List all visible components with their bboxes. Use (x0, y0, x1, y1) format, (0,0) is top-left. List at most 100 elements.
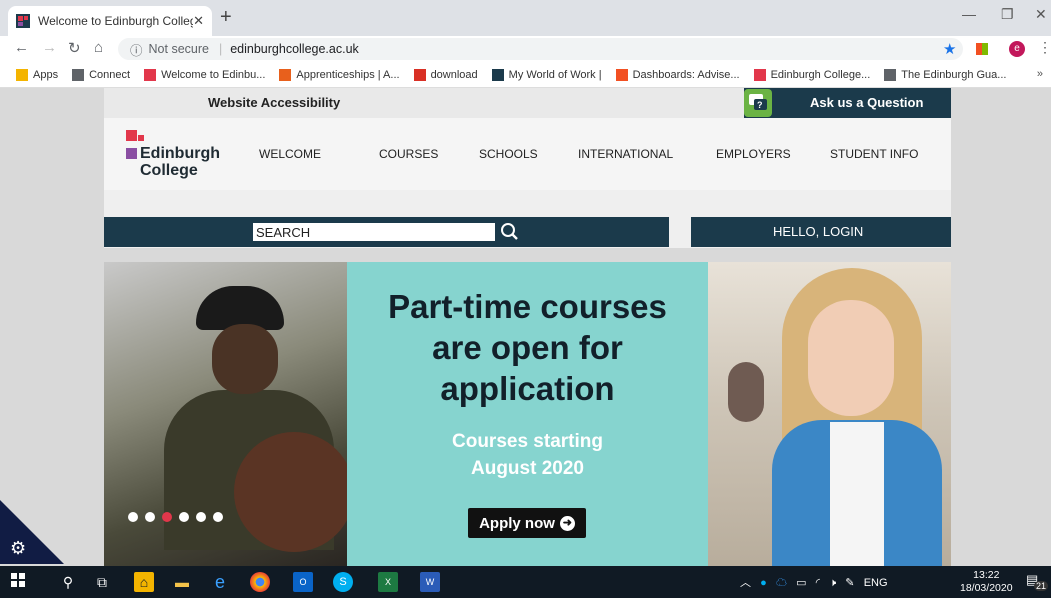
subtitle-line: Courses starting (452, 431, 603, 452)
nav-student-info[interactable]: STUDENT INFO (830, 147, 918, 161)
hero-image-woman (708, 262, 951, 566)
apply-now-button[interactable]: Apply now ➜ (468, 508, 586, 538)
bookmark-label: My World of Work | (508, 68, 602, 81)
search-icon[interactable]: ⚲ (58, 572, 78, 592)
word-icon[interactable]: W (420, 572, 440, 592)
skype-tray-icon[interactable]: ● (760, 577, 767, 589)
search-bar (104, 217, 669, 247)
bookmark-label: Dashboards: Advise... (632, 68, 740, 81)
headline-line: application (440, 370, 615, 407)
browser-tab-strip: Welcome to Edinburgh College ✕ + — ❐ ✕ (0, 0, 1051, 36)
windows-start-icon[interactable] (8, 572, 28, 592)
carousel-dot[interactable] (145, 512, 155, 522)
bookmark-item[interactable]: The Edinburgh Gua... (884, 68, 1006, 81)
back-icon[interactable]: ← (14, 39, 29, 56)
site-container: Website Accessibility Ask us a Question … (104, 88, 951, 566)
login-label: HELLO, LOGIN (773, 224, 864, 239)
carousel-dot[interactable] (179, 512, 189, 522)
more-bookmarks-icon[interactable]: » (1037, 68, 1043, 80)
bookmark-item[interactable]: Dashboards: Advise... (615, 68, 740, 81)
carousel-dot[interactable] (213, 512, 223, 522)
nav-welcome[interactable]: WELCOME (259, 147, 321, 161)
bookmark-star-icon[interactable]: ★ (943, 40, 956, 58)
restore-icon[interactable]: ❐ (1001, 6, 1014, 23)
login-button[interactable]: HELLO, LOGIN (691, 217, 951, 247)
download-icon (413, 68, 426, 81)
pen-icon[interactable]: ✎ (845, 577, 854, 589)
bookmark-label: Apps (33, 68, 59, 81)
forward-icon[interactable]: → (42, 39, 57, 56)
skype-icon[interactable]: S (333, 572, 353, 592)
bookmark-label: Edinburgh College... (770, 68, 871, 81)
bookmark-label: Welcome to Edinbu... (161, 68, 266, 81)
edge-icon[interactable]: e (210, 572, 230, 592)
menu-kebab-icon[interactable]: ⋮ (1038, 39, 1051, 56)
info-icon[interactable]: ⓘ (130, 40, 143, 59)
reload-icon[interactable]: ↻ (68, 39, 81, 57)
task-view-icon[interactable]: ⧉ (92, 572, 112, 592)
bookmark-item[interactable]: download (413, 68, 478, 81)
onedrive-icon[interactable]: ☁ (776, 577, 787, 589)
myworldofwork-icon (491, 68, 504, 81)
search-input[interactable] (253, 223, 495, 241)
clock[interactable]: 13:22 18/03/2020 (960, 569, 1013, 595)
language-indicator[interactable]: ENG (864, 577, 888, 589)
tab-title: Welcome to Edinburgh College (38, 14, 194, 28)
edinburgh-college-icon (753, 68, 766, 81)
bookmark-label: Apprenticeships | A... (296, 68, 400, 81)
address-bar[interactable]: ⓘ Not secure | edinburghcollege.ac.uk (118, 38, 963, 60)
bookmark-item[interactable]: Connect (72, 68, 131, 81)
extension-icon[interactable] (976, 43, 988, 55)
file-explorer-icon[interactable]: ▬ (172, 572, 192, 592)
wifi-icon[interactable]: ◜ (816, 577, 820, 589)
carousel-dot[interactable] (162, 512, 172, 522)
store-icon[interactable]: ⌂ (134, 572, 154, 592)
globe-icon (884, 68, 897, 81)
edinburgh-college-favicon (16, 14, 30, 28)
volume-muted-icon[interactable]: 🕨 (829, 577, 836, 589)
apps-grid-icon (16, 68, 28, 81)
bookmarks-bar: Apps Connect Welcome to Edinbu... Apprentic… (0, 62, 1051, 88)
bookmark-label: Connect (89, 68, 131, 81)
windows-taskbar: ⚲ ⧉ ⌂ ▬ e O S X W ︿ ● ☁ ▭ ◜ 🕨 ✎ ENG 13:2… (0, 566, 1051, 598)
chevron-up-icon[interactable]: ︿ (740, 577, 751, 589)
browser-toolbar: ← → ↻ ⌂ ⓘ Not secure | edinburghcollege.… (0, 36, 1051, 62)
ask-question-button[interactable]: Ask us a Question (744, 88, 951, 118)
bookmark-item[interactable]: Welcome to Edinbu... (144, 68, 266, 81)
browser-tab[interactable]: Welcome to Edinburgh College ✕ (8, 6, 212, 36)
excel-icon[interactable]: X (378, 572, 398, 592)
bookmark-item[interactable]: Apprenticeships | A... (279, 68, 400, 81)
profile-avatar[interactable]: e (1009, 41, 1025, 57)
home-icon[interactable]: ⌂ (94, 39, 103, 56)
system-tray: ︿ ● ☁ ▭ ◜ 🕨 ✎ ENG (740, 574, 888, 590)
carousel-dot[interactable] (196, 512, 206, 522)
headline-line: are open for (432, 329, 623, 366)
close-tab-icon[interactable]: ✕ (193, 13, 204, 29)
gear-icon[interactable]: ⚙ (10, 538, 26, 559)
bookmark-item[interactable]: Edinburgh College... (753, 68, 871, 81)
nav-international[interactable]: INTERNATIONAL (578, 147, 673, 161)
apply-now-label: Apply now (479, 514, 555, 532)
outlook-icon[interactable]: O (293, 572, 313, 592)
clock-time: 13:22 (973, 569, 1000, 581)
website-accessibility-link[interactable]: Website Accessibility (208, 95, 340, 110)
nav-employers[interactable]: EMPLOYERS (716, 147, 791, 161)
notification-center-icon[interactable]: ▤ 21 (1026, 572, 1049, 592)
carousel-dot[interactable] (128, 512, 138, 522)
bookmark-item[interactable]: My World of Work | (491, 68, 602, 81)
chat-question-icon[interactable]: ? (744, 89, 772, 117)
headline-line: Part-time courses (388, 288, 667, 325)
minimize-icon[interactable]: — (962, 6, 976, 22)
new-tab-button[interactable]: + (220, 6, 232, 29)
close-window-icon[interactable]: ✕ (1035, 6, 1047, 23)
nav-schools[interactable]: SCHOOLS (479, 147, 538, 161)
hero-promo-panel: Part-time courses are open for applicati… (347, 262, 708, 566)
nav-courses[interactable]: COURSES (379, 147, 438, 161)
web-page: Website Accessibility Ask us a Question … (0, 88, 1051, 566)
battery-icon[interactable]: ▭ (796, 577, 806, 589)
chrome-icon[interactable] (250, 572, 270, 592)
url-text: edinburghcollege.ac.uk (230, 42, 359, 56)
search-icon[interactable] (497, 219, 523, 245)
carousel-dots (128, 512, 223, 522)
bookmark-item[interactable]: Apps (16, 68, 59, 81)
